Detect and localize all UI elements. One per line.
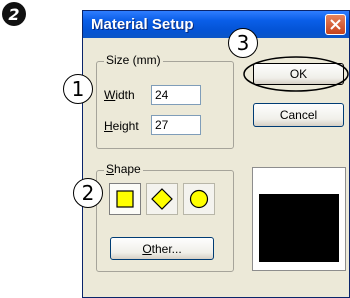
circle-shape-button[interactable]	[183, 183, 215, 215]
dialog-title: Material Setup	[91, 16, 194, 33]
square-shape-button[interactable]	[109, 183, 141, 215]
height-input[interactable]	[151, 115, 201, 135]
size-legend: Size (mm)	[104, 53, 163, 67]
close-x-icon	[330, 19, 341, 30]
square-icon	[116, 190, 134, 208]
callout-1: 1	[63, 74, 93, 104]
preview-fill	[259, 194, 339, 262]
ok-callout-ring	[243, 56, 349, 92]
callout-3: 3	[228, 28, 258, 58]
other-shape-button[interactable]: Other...	[110, 237, 214, 260]
diamond-icon	[151, 188, 173, 210]
diamond-shape-button[interactable]	[146, 183, 178, 215]
close-button[interactable]	[325, 14, 346, 35]
size-groupbox	[96, 61, 234, 149]
shape-legend: Shape	[104, 162, 143, 176]
height-label: Height	[104, 119, 139, 133]
cancel-button[interactable]: Cancel	[253, 103, 344, 127]
callout-2: 2	[73, 178, 103, 208]
circle-icon	[189, 189, 209, 209]
title-bar: Material Setup	[83, 11, 349, 38]
width-label: Width	[104, 88, 135, 102]
material-preview	[252, 167, 346, 271]
width-input[interactable]	[151, 85, 201, 105]
step-marker: 2	[2, 2, 26, 26]
